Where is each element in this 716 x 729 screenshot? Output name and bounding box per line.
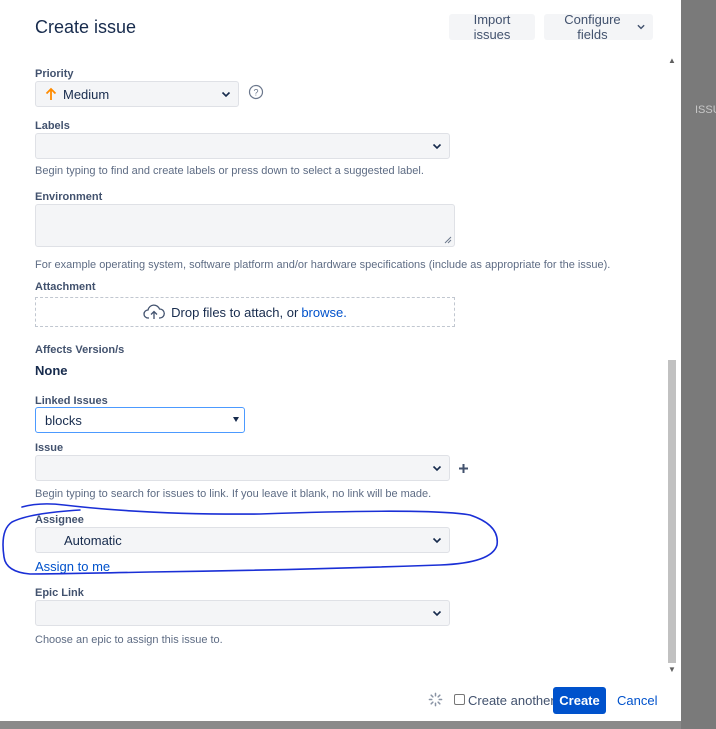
assignee-select[interactable]: Automatic: [35, 527, 450, 553]
priority-label: Priority: [35, 68, 74, 80]
dropdown-arrow-icon: [233, 417, 239, 422]
chevron-down-icon: [432, 610, 442, 617]
create-button[interactable]: Create: [553, 687, 606, 714]
assignee-label: Assignee: [35, 514, 84, 526]
configure-fields-button[interactable]: Configure fields: [544, 12, 653, 42]
attachment-label: Attachment: [35, 281, 96, 293]
help-icon[interactable]: ?: [248, 84, 264, 100]
linked-issues-label: Linked Issues: [35, 395, 108, 407]
epic-link-help: Choose an epic to assign this issue to.: [35, 634, 223, 646]
environment-textarea[interactable]: [35, 204, 455, 247]
linked-issues-select[interactable]: blocks: [35, 407, 245, 433]
cancel-link[interactable]: Cancel: [617, 693, 657, 708]
attachment-dropzone[interactable]: Drop files to attach, or browse.: [35, 297, 455, 327]
epic-link-select[interactable]: [35, 600, 450, 626]
labels-select[interactable]: [35, 133, 450, 159]
scrollbar-thumb[interactable]: [668, 360, 676, 663]
chevron-down-icon: [432, 143, 442, 150]
labels-help: Begin typing to find and create labels o…: [35, 165, 424, 177]
chevron-down-icon: [432, 537, 442, 544]
issue-select[interactable]: [35, 455, 450, 481]
scroll-up-arrow-icon[interactable]: ▲: [668, 56, 676, 65]
priority-select[interactable]: Medium: [35, 81, 239, 107]
create-issue-dialog: Create issue Import issues Configure fie…: [8, 0, 681, 721]
linked-issues-value: blocks: [45, 412, 82, 428]
chevron-down-icon: [432, 465, 442, 472]
resize-handle-icon[interactable]: [444, 236, 452, 244]
scroll-down-arrow-icon[interactable]: ▼: [668, 665, 676, 674]
assignee-value: Automatic: [64, 532, 122, 548]
backdrop-text: ISSU: [695, 104, 716, 116]
browse-link[interactable]: browse.: [301, 305, 347, 320]
issue-label: Issue: [35, 442, 64, 454]
affects-version-label: Affects Version/s: [35, 344, 125, 356]
environment-help: For example operating system, software p…: [35, 259, 611, 271]
drop-files-text: Drop files to attach, or: [171, 304, 299, 320]
configure-fields-label: Configure fields: [564, 12, 621, 42]
arrow-up-icon: [45, 87, 57, 100]
create-another-label[interactable]: Create another: [468, 693, 555, 708]
chevron-down-icon: [637, 24, 645, 30]
issue-help: Begin typing to search for issues to lin…: [35, 488, 432, 500]
loading-spinner-icon: [428, 692, 443, 707]
assign-to-me-link[interactable]: Assign to me: [35, 559, 110, 574]
backdrop-bottom: [0, 721, 681, 729]
environment-label: Environment: [35, 191, 103, 203]
import-issues-button[interactable]: Import issues: [449, 12, 535, 42]
chevron-down-icon: [221, 91, 231, 98]
cloud-upload-icon: [143, 304, 166, 319]
epic-link-label: Epic Link: [35, 587, 84, 599]
affects-version-value: None: [35, 363, 68, 378]
labels-label: Labels: [35, 120, 70, 132]
add-link-icon[interactable]: [458, 463, 469, 474]
create-another-checkbox[interactable]: [454, 694, 465, 705]
svg-text:?: ?: [253, 88, 258, 98]
dialog-title: Create issue: [35, 17, 137, 37]
